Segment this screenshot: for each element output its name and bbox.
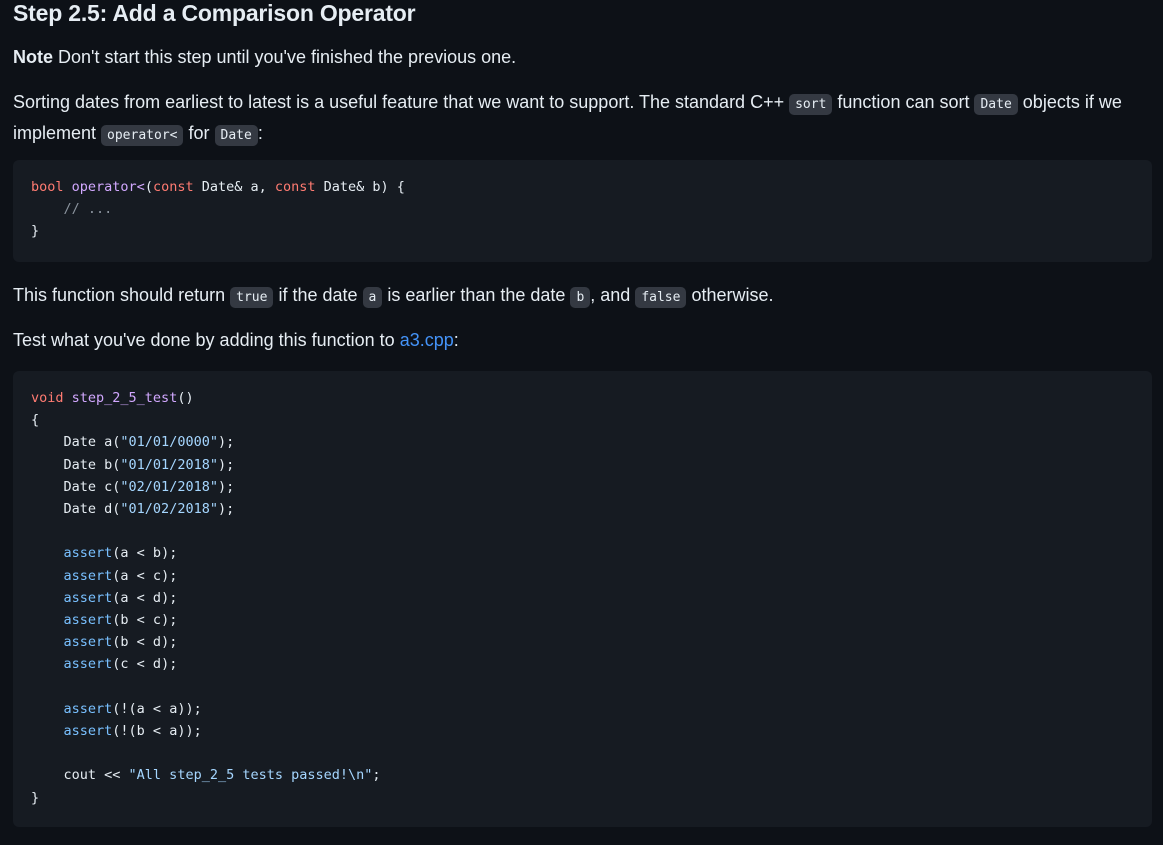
inline-code-b: b	[570, 287, 591, 308]
code-token: Date d(	[63, 501, 121, 518]
code-token: step_2_5_test	[71, 390, 178, 406]
code-assert: assert	[63, 612, 113, 629]
code-string: "01/01/2018"	[120, 456, 218, 473]
code-test: void step_2_5_test() { Date a("01/01/000…	[31, 387, 1134, 809]
code-assert: assert	[63, 589, 113, 606]
code-token: (a < d);	[112, 589, 178, 606]
note-label: Note	[13, 47, 53, 67]
intro-text-2: function can sort	[832, 92, 975, 112]
inline-code-sort: sort	[789, 94, 833, 115]
inline-code-operator: operator<	[101, 125, 184, 146]
code-token: const	[152, 179, 194, 195]
intro-paragraph: Sorting dates from earliest to latest is…	[13, 88, 1152, 150]
inline-code-date-2: Date	[214, 125, 258, 146]
code-block-operator[interactable]: bool operator<(const Date& a, const Date…	[13, 160, 1152, 262]
return-text-1: This function should return	[13, 285, 231, 305]
code-token: Date& a,	[193, 179, 275, 195]
code-block-test[interactable]: void step_2_5_test() { Date a("01/01/000…	[13, 371, 1152, 827]
test-text-2: :	[453, 330, 459, 350]
code-token: );	[217, 501, 235, 518]
code-token: bool	[31, 179, 64, 195]
code-string: "02/01/2018"	[120, 478, 218, 495]
code-token: (c < d);	[112, 656, 178, 673]
inline-code-date: Date	[974, 94, 1018, 115]
code-assert: assert	[63, 567, 113, 584]
code-token: void	[31, 390, 64, 406]
page-title: Step 2.5: Add a Comparison Operator	[13, 0, 416, 26]
note-paragraph: Note Don't start this step until you've …	[13, 43, 1152, 71]
code-token: cout <<	[63, 767, 129, 784]
code-token: ;	[372, 767, 381, 784]
code-comment: // ...	[63, 201, 113, 218]
return-paragraph: This function should return true if the …	[13, 281, 1152, 312]
test-paragraph: Test what you've done by adding this fun…	[13, 326, 1152, 354]
code-token: Date b(	[63, 456, 121, 473]
code-operator: bool operator<(const Date& a, const Date…	[31, 176, 1134, 243]
intro-text-5: :	[257, 123, 263, 143]
code-assert: assert	[63, 545, 113, 562]
inline-code-true: true	[230, 287, 274, 308]
code-assert: assert	[63, 656, 113, 673]
code-token: (b < c);	[112, 612, 178, 629]
code-token: {	[31, 412, 40, 429]
note-text: Don't start this step until you've finis…	[53, 47, 517, 67]
code-token: );	[217, 478, 235, 495]
code-token: }	[31, 789, 40, 806]
return-text-4: , and	[590, 285, 636, 305]
inline-code-false: false	[635, 287, 687, 308]
intro-text-4: for	[183, 123, 215, 143]
code-string: "All step_2_5 tests passed!\n"	[128, 767, 373, 784]
code-token: const	[274, 179, 316, 195]
code-token: (!(a < a));	[112, 700, 202, 717]
code-token: (a < b);	[112, 545, 178, 562]
code-token: ()	[177, 390, 194, 406]
intro-text-1: Sorting dates from earliest to latest is…	[13, 92, 790, 112]
code-assert: assert	[63, 634, 113, 651]
code-token: Date a(	[63, 434, 121, 451]
inline-code-a: a	[362, 287, 383, 308]
code-token: operator<	[71, 179, 145, 195]
code-assert: assert	[63, 700, 113, 717]
code-token: (	[144, 179, 153, 195]
return-text-5: otherwise.	[686, 285, 774, 305]
return-text-3: is earlier than the date	[382, 285, 571, 305]
code-string: "01/02/2018"	[120, 501, 218, 518]
code-token: (!(b < a));	[112, 723, 202, 740]
code-token: );	[217, 434, 235, 451]
code-string: "01/01/0000"	[120, 434, 218, 451]
a3-cpp-link[interactable]: a3.cpp	[400, 330, 454, 350]
code-token: (a < c);	[112, 567, 178, 584]
test-text-1: Test what you've done by adding this fun…	[13, 330, 400, 350]
code-token: (b < d);	[112, 634, 178, 651]
code-token: Date& b) {	[315, 179, 405, 195]
code-token: );	[217, 456, 235, 473]
return-text-2: if the date	[273, 285, 363, 305]
code-token: }	[31, 223, 40, 240]
code-token: Date c(	[63, 478, 121, 495]
code-assert: assert	[63, 723, 113, 740]
